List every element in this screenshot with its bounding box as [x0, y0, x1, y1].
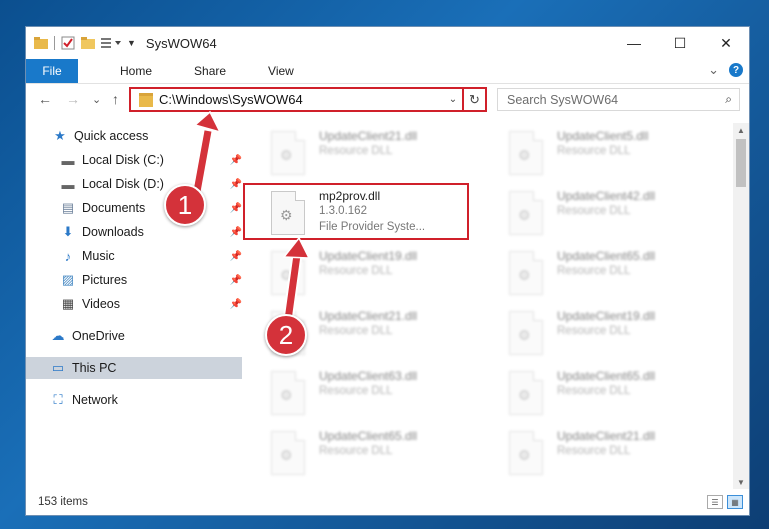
step-2-badge: 2	[265, 314, 307, 356]
annotation-arrows	[190, 110, 311, 321]
step-1-badge: 1	[164, 184, 206, 226]
